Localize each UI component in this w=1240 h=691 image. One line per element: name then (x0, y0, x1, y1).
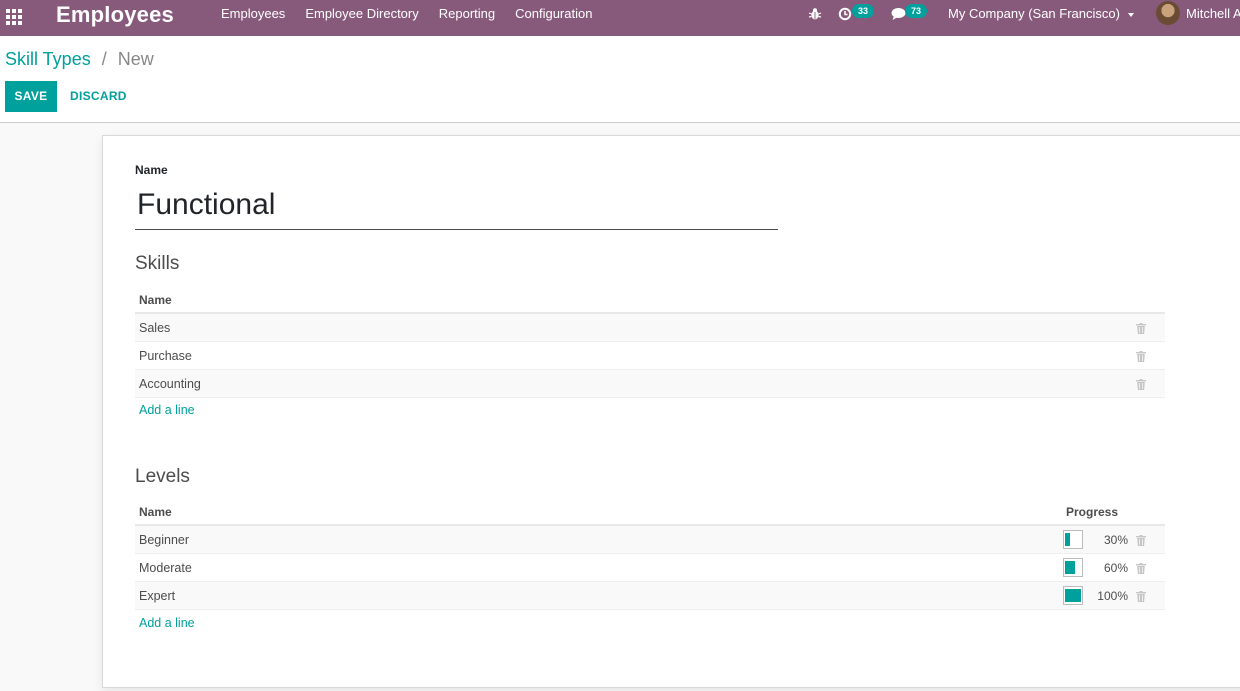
breadcrumb-current: New (117, 49, 154, 69)
trash-icon[interactable] (1136, 379, 1146, 390)
skill-name-cell: Sales (139, 321, 171, 335)
trash-icon[interactable] (1136, 591, 1146, 602)
caret-down-icon (1127, 12, 1134, 17)
control-panel: Skill Types / New SAVE DISCARD (0, 36, 1240, 123)
messaging-menu[interactable]: 73 (891, 4, 931, 25)
discard-button[interactable]: DISCARD (70, 81, 127, 112)
activity-menu[interactable]: 33 (838, 4, 878, 25)
skill-name-cell: Purchase (139, 349, 192, 363)
save-button[interactable]: SAVE (5, 81, 57, 112)
avatar[interactable] (1156, 1, 1180, 25)
progress-bar[interactable] (1063, 586, 1083, 605)
trash-icon[interactable] (1136, 563, 1146, 574)
top-navbar: Employees Employees Employee Directory R… (0, 0, 1240, 36)
breadcrumb: Skill Types / New (5, 49, 154, 70)
name-field[interactable] (135, 180, 778, 230)
skills-list: Name Sales Purchase Accounting Add a lin… (135, 286, 1165, 417)
column-header-name[interactable]: Name (139, 293, 172, 307)
trash-icon[interactable] (1136, 323, 1146, 334)
progress-value: 30% (1103, 533, 1128, 547)
trash-icon[interactable] (1136, 351, 1146, 362)
company-name: My Company (San Francisco) (948, 6, 1120, 21)
progress-bar-fill (1065, 533, 1070, 546)
progress-value: 100% (1097, 589, 1128, 603)
apps-grid-icon[interactable] (6, 9, 22, 25)
progress-bar-fill (1065, 561, 1075, 574)
progress-bar[interactable] (1063, 530, 1083, 549)
skills-list-header: Name (135, 286, 1165, 314)
menu-item-reporting[interactable]: Reporting (429, 0, 505, 36)
skills-add-line-link[interactable]: Add a line (139, 403, 195, 417)
skill-name-cell: Accounting (139, 377, 201, 391)
level-name-cell: Beginner (139, 533, 190, 547)
level-name-cell: Moderate (139, 561, 192, 575)
progress-bar[interactable] (1063, 558, 1083, 577)
table-row[interactable]: Moderate 60% (135, 554, 1165, 582)
table-row[interactable]: Sales (135, 314, 1165, 342)
table-row[interactable]: Accounting (135, 370, 1165, 398)
name-label: Name (135, 163, 168, 177)
menu-item-configuration[interactable]: Configuration (505, 0, 602, 36)
activity-count-badge: 33 (852, 4, 875, 18)
form-sheet: Name Skills Name Sales Purchase Accounti… (102, 135, 1240, 688)
user-name[interactable]: Mitchell A (1186, 0, 1240, 28)
breadcrumb-separator: / (101, 49, 107, 69)
company-switcher[interactable]: My Company (San Francisco) (948, 0, 1134, 28)
bug-icon[interactable] (808, 7, 822, 21)
column-header-name[interactable]: Name (139, 505, 172, 519)
level-name-cell: Expert (139, 589, 176, 603)
activity-clock-icon (838, 7, 852, 21)
app-title[interactable]: Employees (56, 2, 174, 28)
column-header-progress[interactable]: Progress (1066, 505, 1118, 519)
levels-section-title: Levels (135, 466, 190, 487)
main-menu: Employees Employee Directory Reporting C… (211, 0, 602, 36)
progress-value: 60% (1103, 561, 1128, 575)
progress-bar-fill (1065, 589, 1081, 602)
menu-item-employees[interactable]: Employees (211, 0, 295, 36)
skills-section-title: Skills (135, 253, 180, 274)
levels-list: Name Progress Beginner 30% Moderate 60% … (135, 498, 1165, 630)
levels-list-header: Name Progress (135, 498, 1165, 526)
table-row[interactable]: Beginner 30% (135, 526, 1165, 554)
table-row[interactable]: Expert 100% (135, 582, 1165, 610)
table-row[interactable]: Purchase (135, 342, 1165, 370)
levels-add-line-link[interactable]: Add a line (139, 616, 195, 630)
trash-icon[interactable] (1136, 535, 1146, 546)
menu-item-employee-directory[interactable]: Employee Directory (295, 0, 428, 36)
chat-bubble-icon (891, 8, 906, 20)
breadcrumb-skill-types[interactable]: Skill Types (5, 49, 91, 69)
message-count-badge: 73 (905, 4, 928, 18)
